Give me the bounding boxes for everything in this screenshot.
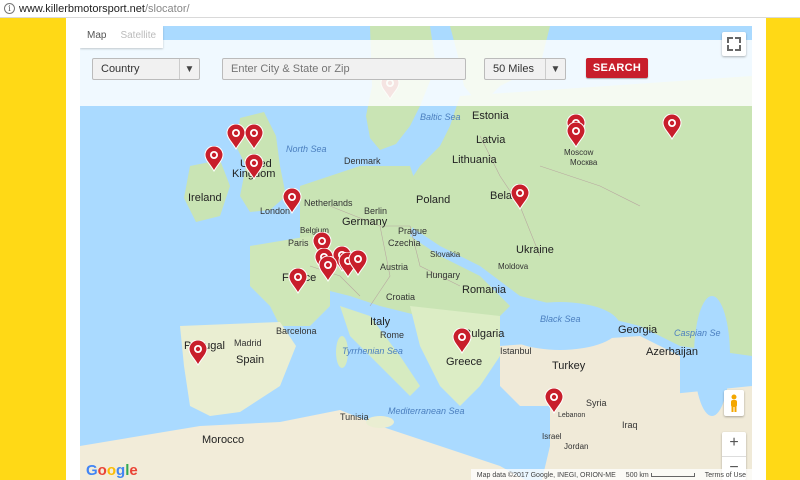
label-rome: Rome [380,330,405,340]
store-marker-pin-icon[interactable] [244,123,264,151]
store-marker-pin-icon[interactable] [244,153,264,181]
label-lithuania: Lithuania [452,154,497,166]
label-spain: Spain [236,354,265,366]
label-czechia: Czechia [388,238,421,248]
label-latvia: Latvia [476,134,506,146]
zoom-in-button[interactable]: + [722,432,746,456]
store-marker-pin-icon[interactable] [510,183,530,211]
fullscreen-button[interactable] [722,32,746,56]
label-netherlands: Netherlands [304,198,353,208]
label-israel: Israel [542,432,562,441]
store-marker-pin-icon[interactable] [282,187,302,215]
info-icon[interactable]: i [4,3,15,14]
store-locator-map[interactable]: Map Satellite Country ▼ 50 Miles ▼ SEARC… [80,26,752,480]
map-type-satellite[interactable]: Satellite [113,26,163,48]
label-estonia: Estonia [472,110,509,122]
label-azerbaijan: Azerbaijan [646,346,698,358]
fullscreen-icon [727,37,733,43]
label-croatia: Croatia [386,292,416,302]
label-syria: Syria [586,398,607,408]
label-iraq: Iraq [622,420,638,430]
store-marker-pin-icon[interactable] [318,255,338,283]
chevron-down-icon: ▼ [545,59,565,79]
store-marker-pin-icon[interactable] [188,339,208,367]
label-istanbul: Istanbul [500,346,532,356]
store-marker-pin-icon[interactable] [662,113,682,141]
label-germany: Germany [342,216,388,228]
fullscreen-corner [735,37,741,43]
city-state-zip-input[interactable] [222,58,466,80]
label-morocco: Morocco [202,434,245,446]
label-hungary: Hungary [426,270,461,280]
google-logo: Google [86,462,138,479]
label-turkey: Turkey [552,360,586,372]
label-moscow-ru: Москва [570,158,598,167]
locator-search-bar: Country ▼ 50 Miles ▼ SEARCH [80,40,752,106]
radius-select[interactable]: 50 Miles ▼ [484,58,566,80]
scale-indicator: 500 km [626,472,695,479]
label-italy: Italy [370,316,391,328]
search-button[interactable]: SEARCH [586,58,648,78]
label-georgia: Georgia [618,324,658,336]
label-mediterranean-sea: Mediterranean Sea [388,406,465,416]
label-ireland: Ireland [188,192,222,204]
label-slovakia: Slovakia [430,250,461,259]
map-data-attribution: Map data ©2017 Google, INEGI, ORION-ME [476,472,616,479]
fullscreen-corner [735,45,741,51]
label-black-sea: Black Sea [540,314,581,324]
label-prague: Prague [398,226,428,236]
fullscreen-corner [727,45,733,51]
store-marker-pin-icon[interactable] [348,249,368,277]
store-marker-pin-icon[interactable] [452,327,472,355]
label-north-sea: North Sea [286,144,327,154]
map-type-control: Map Satellite [80,26,164,48]
label-madrid: Madrid [234,338,262,348]
label-romania: Romania [462,284,507,296]
store-marker-pin-icon[interactable] [544,387,564,415]
label-berlin: Berlin [364,206,388,216]
label-greece: Greece [446,356,483,368]
store-marker-pin-icon[interactable] [288,267,308,295]
browser-address-bar[interactable]: i www.killerbmotorsport.net/slocator/ [0,0,800,18]
scale-bar [650,473,695,478]
pegman-icon [731,394,737,412]
scale-label: 500 km [625,472,649,479]
store-marker-pin-icon[interactable] [226,123,246,151]
street-view-pegman[interactable] [724,390,744,416]
store-marker-pin-icon[interactable] [566,121,586,149]
label-paris: Paris [288,238,309,248]
label-moscow: Moscow [564,148,594,157]
terms-link[interactable]: Terms of Use [705,472,746,479]
chevron-down-icon: ▼ [179,59,199,79]
map-type-map[interactable]: Map [80,26,113,48]
store-marker-pin-icon[interactable] [204,145,224,173]
label-tyrrhenian-sea: Tyrrhenian Sea [342,346,403,356]
label-caspian-sea: Caspian Se [674,328,721,338]
label-baltic-sea: Baltic Sea [420,112,461,122]
label-jordan: Jordan [564,442,589,451]
map-footer: Map data ©2017 Google, INEGI, ORION-ME 5… [470,469,752,480]
country-select-value: Country [101,63,140,75]
label-denmark: Denmark [344,156,381,166]
label-barcelona: Barcelona [276,326,317,336]
label-tunisia: Tunisia [340,412,369,422]
label-poland: Poland [416,194,451,206]
url-host: www.killerbmotorsport.net [19,2,145,15]
radius-select-value: 50 Miles [493,63,534,75]
label-ukraine: Ukraine [516,244,554,256]
url-path: /slocator/ [144,2,190,15]
label-moldova: Moldova [498,262,529,271]
country-select[interactable]: Country ▼ [92,58,200,80]
label-austria: Austria [380,262,409,272]
page-content: Map Satellite Country ▼ 50 Miles ▼ SEARC… [66,18,766,480]
